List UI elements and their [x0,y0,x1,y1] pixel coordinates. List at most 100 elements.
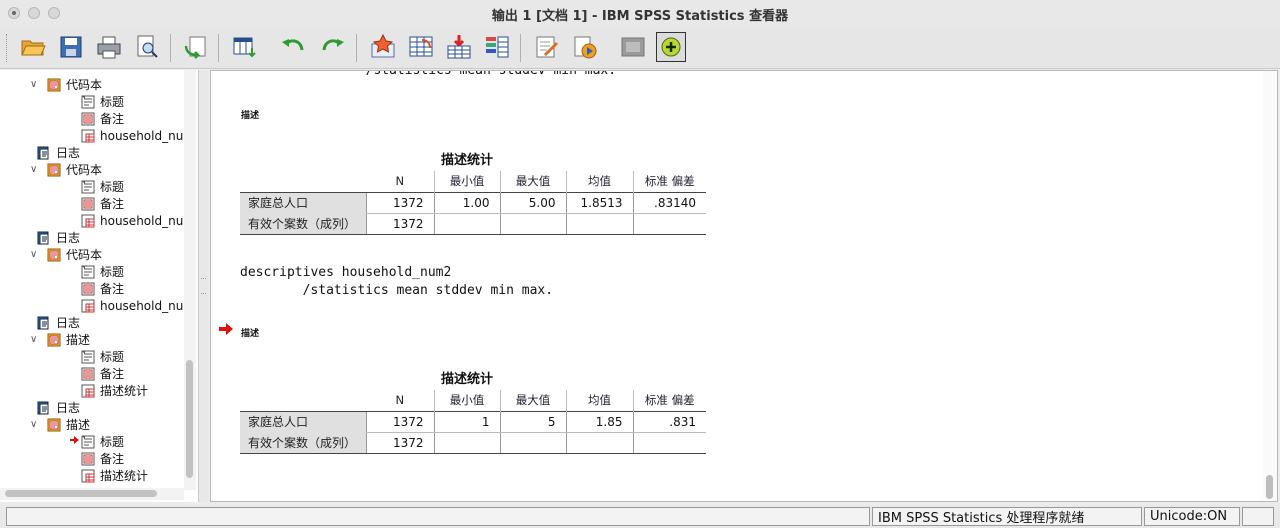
outline-node-label: 备注 [100,197,125,211]
undo-icon[interactable] [278,32,308,62]
title-icon [80,349,96,364]
row-label: 家庭总人口 [240,410,366,432]
outline-horizontal-scrollbar[interactable] [0,488,184,500]
block1-statistics-table[interactable]: N 最小值 最大值 均值 标准 偏差 家庭总人口 1372 1.00 5.00 … [240,171,706,235]
outline-node[interactable]: household_nur [54,297,188,314]
outline-node[interactable]: ∨ 描述 [30,331,90,348]
log-icon [36,145,52,160]
outline-node[interactable]: ∨ 描述 [30,416,90,433]
table-icon [80,383,96,398]
outline-node[interactable]: 日志 [36,314,80,331]
outline-node[interactable]: household_nur [54,127,188,144]
outline-node-label: 备注 [100,452,125,466]
expand-toggle-icon[interactable]: ∨ [30,419,46,430]
insert-data-icon[interactable] [444,32,474,62]
outline-node[interactable]: 标题 [54,433,124,450]
outline-node-label: 日志 [56,146,81,160]
expand-toggle-icon[interactable]: ∨ [30,164,46,175]
print-preview-icon[interactable] [132,32,162,62]
save-icon[interactable] [56,32,86,62]
current-item-arrow-icon [70,436,80,447]
expand-toggle-icon[interactable]: ∨ [30,79,46,90]
status-unicode: Unicode:ON [1144,507,1240,526]
outline-node[interactable]: ∨ 代码本 [30,76,102,93]
col-header: 最大值 [499,171,566,192]
syntax-text-clipped: /statistics mean stddev min max. [303,70,617,78]
outline-node[interactable]: 标题 [54,263,124,280]
print-icon[interactable] [94,32,124,62]
outline-node[interactable]: 备注 [54,195,124,212]
block2-table-title: 描述统计 [441,372,494,387]
outline-node-label: 标题 [100,265,125,279]
insert-text-icon[interactable] [532,32,562,62]
notes-icon [80,451,96,466]
table-cell: .831 [632,410,706,433]
pivot-table-icon[interactable] [406,32,436,62]
row-label: 有效个案数（成列） [240,213,366,235]
row-label: 有效个案数（成列） [240,432,366,454]
outline-node[interactable]: 标题 [54,93,124,110]
outline-node-label: 描述统计 [100,384,149,398]
outline-node[interactable]: 描述统计 [54,382,148,399]
block2-heading[interactable]: 描述 [241,326,259,339]
block1-heading[interactable]: 描述 [241,108,259,121]
goto-variable-icon[interactable] [230,32,260,62]
outline-node[interactable]: 描述统计 [54,467,148,484]
expand-toggle-icon[interactable]: ∨ [30,334,46,345]
outline-node[interactable]: 备注 [54,450,124,467]
outline-node[interactable]: household_nur [54,212,188,229]
table-icon [80,128,96,143]
outline-pane[interactable]: ∨ 代码本 标题 备注 household_nur 日志 ∨ 代码本 标题 备注 household… [0,70,199,502]
outline-node-label: 标题 [100,350,125,364]
star-output-icon[interactable] [368,32,398,62]
table-cell: 5 [499,410,566,433]
variables-icon[interactable] [482,32,512,62]
notes-icon [80,281,96,296]
title-icon [80,179,96,194]
output-content-pane[interactable]: /statistics mean stddev min max. 描述 描述统计… [210,70,1278,502]
outline-node[interactable]: ∨ 代码本 [30,161,102,178]
folder-book-icon [46,247,62,262]
outline-node-label: 代码本 [66,78,103,92]
hide-icon[interactable] [618,32,648,62]
toolbar-grip[interactable] [6,34,10,62]
open-folder-icon[interactable] [18,32,48,62]
outline-node[interactable]: 标题 [54,348,124,365]
content-vertical-scrollbar[interactable] [1263,71,1277,501]
content-vertical-scroll-thumb[interactable] [1266,475,1273,499]
outline-node-label: 描述统计 [100,469,149,483]
outline-node[interactable]: 日志 [36,229,80,246]
expand-toggle-icon[interactable]: ∨ [30,249,46,260]
notes-icon [80,366,96,381]
outline-node[interactable]: 日志 [36,144,80,161]
goto-data-icon[interactable] [180,32,210,62]
outline-vertical-scroll-thumb[interactable] [186,360,193,478]
show-icon[interactable] [570,32,600,62]
table-icon [80,468,96,483]
pane-splitter[interactable] [199,70,208,502]
redo-icon[interactable] [318,32,348,62]
outline-node[interactable]: 备注 [54,110,124,127]
outline-node[interactable]: 标题 [54,178,124,195]
outline-node-label: 备注 [100,112,125,126]
outline-node-label: household_nur [100,298,189,313]
outline-node-label: 日志 [56,316,81,330]
outline-node-label: 标题 [100,435,125,449]
table-row: 家庭总人口 1372 1.00 5.00 1.8513 .83140 [240,191,706,214]
col-header: 最大值 [499,390,566,411]
promote-icon[interactable] [656,32,686,62]
status-empty-field [6,507,870,526]
table-row: 家庭总人口 1372 1 5 1.85 .831 [240,410,706,433]
outline-horizontal-scroll-thumb[interactable] [5,490,157,497]
block2-statistics-table[interactable]: N 最小值 最大值 均值 标准 偏差 家庭总人口 1372 1 5 1.85 .… [240,390,706,454]
outline-node[interactable]: 备注 [54,280,124,297]
title-icon [80,94,96,109]
outline-node[interactable]: 日志 [36,399,80,416]
outline-node[interactable]: 备注 [54,365,124,382]
row-label: 家庭总人口 [240,191,366,213]
outline-node-label: 日志 [56,401,81,415]
col-header: 标准 偏差 [632,390,706,411]
outline-vertical-scrollbar[interactable] [184,70,196,490]
window-title: 输出 1 [文档 1] - IBM SPSS Statistics 查看器 [491,9,789,24]
outline-node[interactable]: ∨ 代码本 [30,246,102,263]
